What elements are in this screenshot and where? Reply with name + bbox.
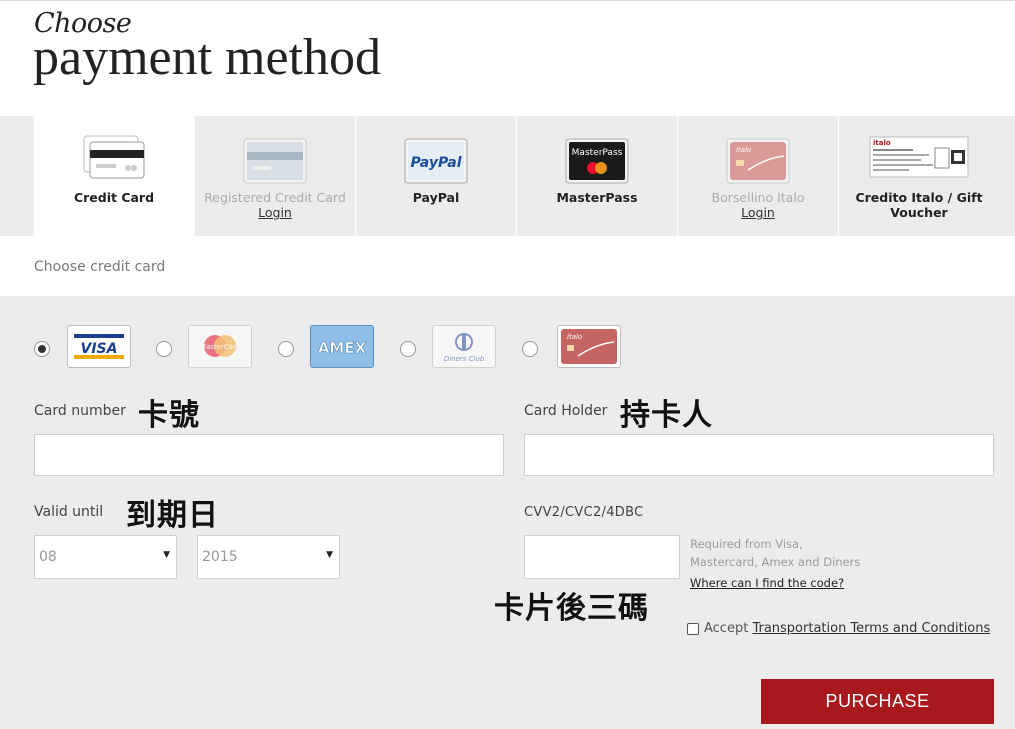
credit-card-icon (83, 135, 145, 179)
amex-logo[interactable]: AMEX (310, 325, 374, 368)
tab-credito-italo-voucher[interactable]: italo Credito Italo / Gift Voucher (839, 116, 999, 236)
svg-text:AMEX: AMEX (318, 339, 367, 357)
radio-visa[interactable] (34, 341, 50, 357)
chevron-down-icon: ▼ (326, 550, 333, 560)
tab-masterpass[interactable]: MasterPass MasterPass (517, 116, 677, 236)
tab-credit-card[interactable]: Credit Card (34, 116, 194, 236)
cvv-input[interactable] (524, 535, 680, 579)
svg-text:italo: italo (567, 333, 582, 341)
chevron-down-icon: ▼ (163, 550, 170, 560)
tab-credito-label: Credito Italo / Gift (855, 190, 983, 205)
valid-until-annotation: 到期日 (126, 498, 219, 533)
card-number-label: Card number (34, 403, 126, 419)
italo-card-logo[interactable]: italo (557, 325, 621, 368)
tab-registered-card-login-link[interactable]: Login (195, 205, 355, 220)
cvv-help-line-1: Required from Visa, (690, 537, 803, 551)
radio-amex[interactable] (278, 341, 294, 357)
tab-borsellino-italo[interactable]: italo Borsellino Italo Login (678, 116, 838, 236)
radio-mastercard[interactable] (156, 341, 172, 357)
svg-text:MasterPass: MasterPass (572, 148, 623, 158)
tab-registered-card-label: Registered Credit Card (204, 190, 346, 205)
diners-club-logo[interactable]: Diners Club (432, 325, 496, 368)
cvv-help-link[interactable]: Where can I find the code? (690, 576, 844, 590)
masterpass-logo: MasterPass (565, 138, 629, 184)
registered-card-icon (243, 138, 307, 184)
expiry-month-value: 08 (39, 549, 57, 565)
accept-terms-text: Accept Transportation Terms and Conditio… (704, 621, 990, 636)
tab-credito-label-line2: Voucher (890, 205, 948, 220)
visa-logo[interactable]: VISA (67, 325, 131, 368)
voucher-icon: italo (869, 136, 969, 178)
tab-credit-card-label: Credit Card (73, 190, 155, 205)
cvv-help-line-2: Mastercard, Amex and Diners (690, 555, 861, 569)
expiry-year-select[interactable]: 2015 ▼ (197, 535, 340, 579)
tab-borsellino-label: Borsellino Italo (711, 190, 805, 205)
tab-registered-credit-card[interactable]: Registered Credit Card Login (195, 116, 355, 236)
tab-borsellino-login-link[interactable]: Login (678, 205, 838, 220)
radio-italo[interactable] (522, 341, 538, 357)
italo-card-icon: italo (726, 138, 790, 184)
card-holder-input[interactable] (524, 434, 994, 476)
expiry-year-value: 2015 (202, 549, 238, 565)
valid-until-label: Valid until (34, 504, 104, 520)
payment-method-tabs: Credit Card Registered Credit Card Login… (0, 116, 1015, 236)
svg-text:italo: italo (736, 146, 751, 154)
tab-masterpass-label: MasterPass (556, 190, 638, 205)
tab-paypal-label: PayPal (412, 190, 460, 205)
purchase-button[interactable]: PURCHASE (761, 679, 994, 724)
svg-text:MasterCard: MasterCard (200, 343, 241, 351)
card-number-input[interactable] (34, 434, 504, 476)
svg-text:PayPal: PayPal (410, 155, 461, 171)
top-border (0, 0, 1015, 1)
paypal-logo: PayPal (404, 138, 468, 184)
accept-label: Accept (704, 621, 749, 636)
card-holder-label: Card Holder (524, 403, 608, 419)
card-holder-annotation: 持卡人 (620, 398, 713, 433)
radio-diners[interactable] (400, 341, 416, 357)
cvv-annotation: 卡片後三碼 (494, 591, 649, 626)
choose-credit-card-label: Choose credit card (34, 259, 166, 275)
accept-terms-checkbox[interactable] (687, 623, 699, 635)
card-number-annotation: 卡號 (138, 398, 200, 433)
tab-paypal[interactable]: PayPal PayPal (356, 116, 516, 236)
expiry-month-select[interactable]: 08 ▼ (34, 535, 177, 579)
svg-text:VISA: VISA (81, 341, 118, 357)
mastercard-logo[interactable]: MasterCard (188, 325, 252, 368)
cvv-label: CVV2/CVC2/4DBC (524, 505, 644, 520)
svg-text:italo: italo (873, 139, 891, 147)
svg-text:Diners Club: Diners Club (444, 355, 485, 363)
terms-link[interactable]: Transportation Terms and Conditions (752, 621, 990, 636)
page-title: payment method (33, 29, 382, 86)
